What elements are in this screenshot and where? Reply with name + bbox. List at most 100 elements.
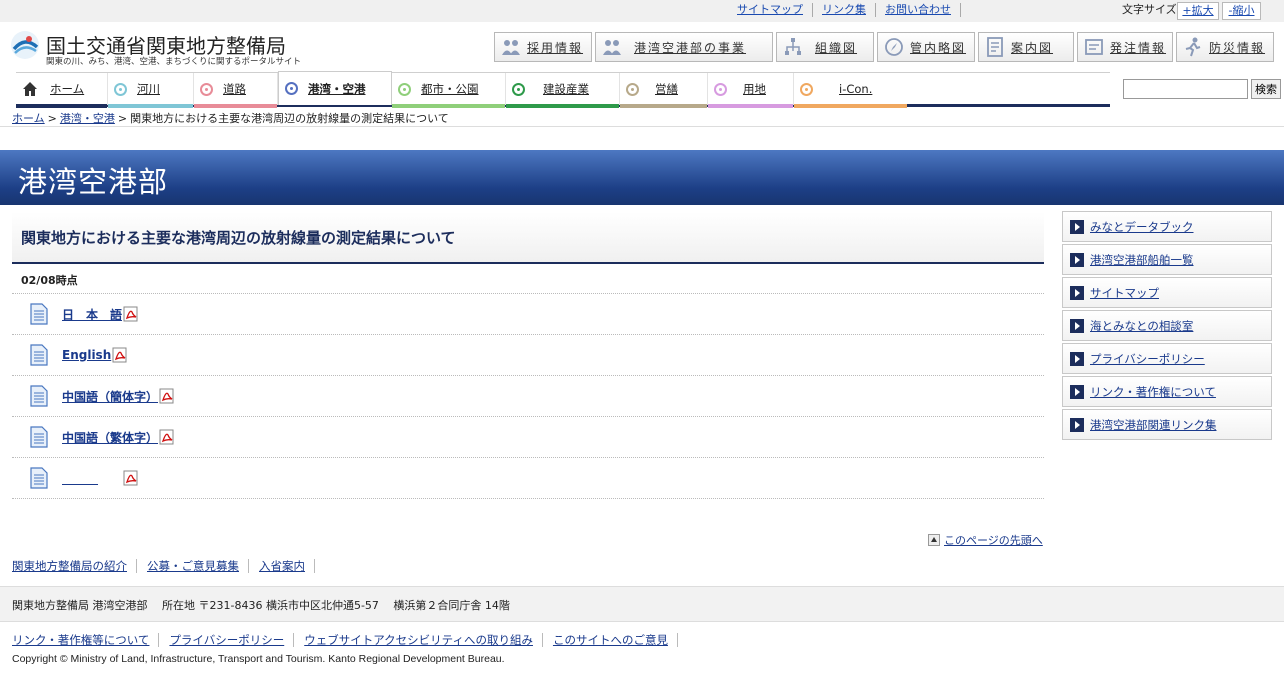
breadcrumb-current: 関東地方における主要な港湾周辺の放射線量の測定結果について (130, 112, 449, 125)
footer-link-feedback[interactable]: このサイトへのご意見 (553, 633, 678, 647)
banner-title: 港湾空港部 (18, 165, 169, 199)
people-icon (603, 40, 621, 55)
nav-land[interactable]: 用地 (708, 73, 794, 108)
footer-address: 関東地方整備局 港湾空港部 所在地 〒231-8436 横浜市中区北仲通5-57… (0, 586, 1284, 622)
side-menu: みなとデータブック 港湾空港部船舶一覧 サイトマップ 海とみなとの相談室 プライ… (1062, 211, 1272, 442)
pdf-icon (123, 470, 138, 486)
pdf-icon (159, 388, 174, 404)
utility-bar: サイトマップ リンク集 お問い合わせ 文字サイズ +拡大 -縮小 (0, 0, 1284, 22)
document-icon (30, 426, 48, 448)
nav-circle-icon (200, 82, 213, 96)
nav-city-park[interactable]: 都市・公園 (392, 73, 506, 108)
arrow-up-icon (928, 534, 940, 546)
contact-link[interactable]: お問い合わせ (876, 3, 961, 17)
breadcrumb-divider (0, 126, 1284, 127)
section-banner: 港湾空港部 (0, 150, 1284, 205)
arrow-right-icon (1070, 417, 1084, 432)
side-item-privacy[interactable]: プライバシーポリシー (1062, 343, 1272, 374)
run-icon (1185, 37, 1201, 57)
breadcrumb-parent[interactable]: 港湾・空港 (60, 112, 115, 125)
arrow-right-icon (1070, 285, 1084, 300)
recruit-button[interactable]: 採用情報 (494, 32, 592, 62)
document-link-chinese-traditional[interactable]: 中国語（繁体字） (62, 429, 158, 446)
document-row: 日 本 語 (12, 294, 1044, 335)
nav-construction[interactable]: 建設産業 (506, 73, 620, 108)
nav-circle-icon (398, 82, 411, 96)
document-link-japanese[interactable]: 日 本 語 (62, 306, 122, 323)
breadcrumb: ホーム > 港湾・空港 > 関東地方における主要な港湾周辺の放射線量の測定結果について (12, 112, 449, 125)
document-icon (30, 344, 48, 366)
breadcrumb-home[interactable]: ホーム (12, 112, 45, 125)
nav-port-airport[interactable]: 港湾・空港 (278, 71, 392, 105)
site-logo[interactable]: 国土交通省関東地方整備局 関東の川、みち、港湾、空港、まちづくりに関するポータル… (10, 28, 301, 68)
footer-link-accessibility[interactable]: ウェブサイトアクセシビリティへの取り組み (304, 633, 543, 647)
font-enlarge-button[interactable]: +拡大 (1177, 2, 1219, 20)
mlit-logo-icon (11, 31, 39, 59)
document-link-chinese-simplified[interactable]: 中国語（簡体字） (62, 388, 158, 405)
people-icon (502, 40, 520, 55)
arrow-right-icon (1070, 252, 1084, 267)
pdf-icon (159, 429, 174, 445)
pdf-icon (123, 306, 138, 322)
nav-underline (16, 104, 107, 108)
footer-link-recruit[interactable]: 入省案内 (259, 559, 315, 573)
font-size-label: 文字サイズ (1122, 3, 1177, 16)
sitemap-link[interactable]: サイトマップ (728, 3, 813, 17)
font-shrink-button[interactable]: -縮小 (1222, 2, 1261, 20)
footer-link-public-comment[interactable]: 公募・ご意見募集 (147, 559, 249, 573)
nav-road[interactable]: 道路 (194, 73, 278, 108)
page-top-link[interactable]: このページの先頭へ (944, 532, 1043, 548)
nav-circle-icon (714, 82, 727, 96)
nav-home[interactable]: ホーム (16, 73, 108, 108)
document-link-english[interactable]: English (62, 348, 111, 362)
document-link-korean[interactable] (62, 470, 122, 487)
search-button[interactable]: 検索 (1251, 79, 1281, 99)
port-projects-button[interactable]: 港湾空港部の事業 (595, 32, 773, 62)
global-nav: ホーム 河川 道路 港湾・空港 都市・公園 建設産業 営繕 用地 i-Con. (16, 71, 1110, 108)
logo-tagline: 関東の川、みち、港湾、空港、まちづくりに関するポータルサイト (46, 57, 302, 67)
side-item-link-copyright[interactable]: リンク・著作権について (1062, 376, 1272, 407)
nav-circle-icon (512, 82, 525, 96)
footer-bottom-links: リンク・著作権等について プライバシーポリシー ウェブサイトアクセシビリティへの… (12, 633, 688, 647)
footer-links: 関東地方整備局の紹介 公募・ご意見募集 入省案内 (12, 559, 325, 573)
document-icon (30, 385, 48, 407)
footer-bottom: リンク・著作権等について プライバシーポリシー ウェブサイトアクセシビリティへの… (0, 624, 1284, 679)
nav-circle-icon (114, 82, 127, 96)
links-link[interactable]: リンク集 (813, 3, 876, 17)
order-info-button[interactable]: 発注情報 (1077, 32, 1173, 62)
side-item-consultation[interactable]: 海とみなとの相談室 (1062, 310, 1272, 341)
footer-link-privacy[interactable]: プライバシーポリシー (169, 633, 295, 647)
nav-circle-icon (626, 82, 639, 96)
disaster-info-button[interactable]: 防災情報 (1176, 32, 1274, 62)
area-map-button[interactable]: 管内略図 (877, 32, 975, 62)
document-row: English (12, 335, 1044, 376)
document-row: 中国語（繁体字） (12, 417, 1044, 458)
nav-eizen[interactable]: 営繕 (620, 73, 708, 108)
org-chart-button[interactable]: 組織図 (776, 32, 874, 62)
org-chart-icon (785, 38, 801, 55)
copyright: Copyright © Ministry of Land, Infrastruc… (12, 653, 505, 665)
nav-underline (108, 104, 193, 108)
nav-river[interactable]: 河川 (108, 73, 194, 108)
document-row: 中国語（簡体字） (12, 376, 1044, 417)
side-item-minato-databook[interactable]: みなとデータブック (1062, 211, 1272, 242)
arrow-right-icon (1070, 318, 1084, 333)
nav-underline (194, 104, 277, 108)
order-icon (1085, 39, 1103, 55)
page-title: 関東地方における主要な港湾周辺の放射線量の測定結果について (12, 212, 1044, 264)
nav-circle-icon (285, 82, 298, 95)
nav-icon[interactable]: i-Con. (794, 73, 907, 108)
compass-icon (885, 38, 903, 56)
header-buttons: 採用情報 港湾空港部の事業 組織図 管内略図 案内図 発注情報 防災情報 (494, 32, 1274, 62)
nav-underline (392, 104, 505, 108)
side-item-ship-list[interactable]: 港湾空港部船舶一覧 (1062, 244, 1272, 275)
footer-link-copyright[interactable]: リンク・著作権等について (12, 633, 160, 647)
side-item-related-links[interactable]: 港湾空港部関連リンク集 (1062, 409, 1272, 440)
side-item-sitemap[interactable]: サイトマップ (1062, 277, 1272, 308)
nav-underline (708, 104, 793, 108)
guide-map-button[interactable]: 案内図 (978, 32, 1074, 62)
footer-link-intro[interactable]: 関東地方整備局の紹介 (12, 559, 137, 573)
main-content: 関東地方における主要な港湾周辺の放射線量の測定結果について 02/08時点 日 … (12, 212, 1044, 499)
nav-underline (794, 104, 907, 108)
search-input[interactable] (1123, 79, 1248, 99)
